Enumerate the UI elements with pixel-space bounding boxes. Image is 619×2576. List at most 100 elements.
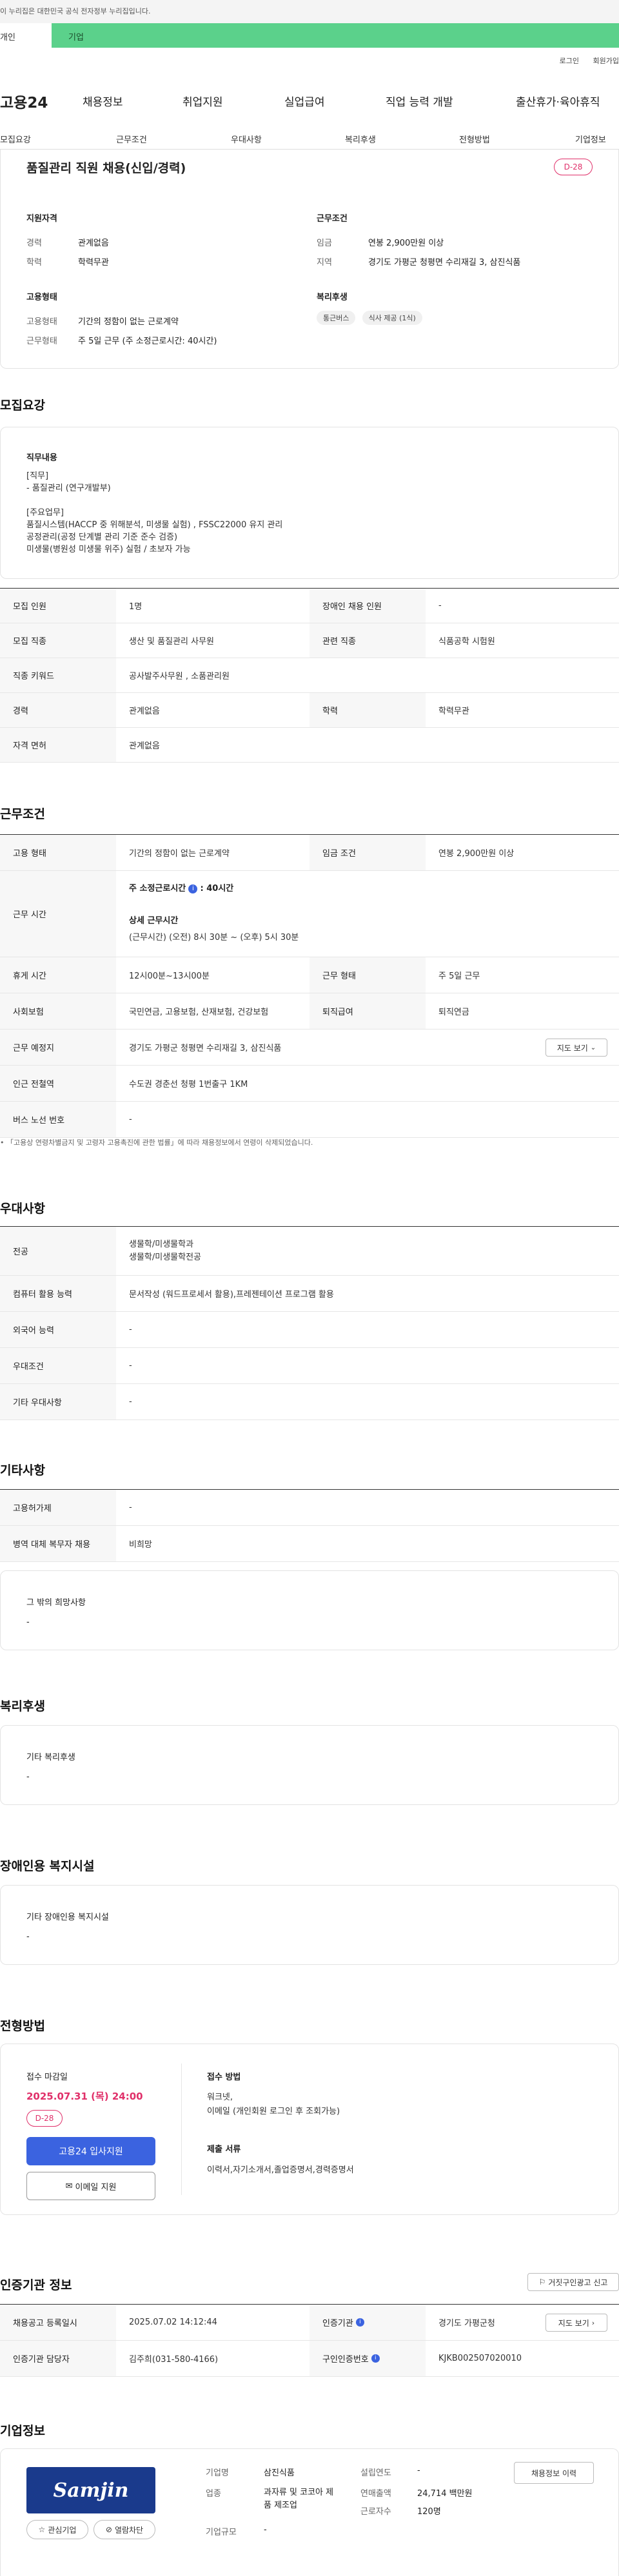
site-logo[interactable]: 고용24: [0, 90, 48, 112]
info-icon[interactable]: i: [371, 2354, 380, 2363]
row-header: 관련 직종: [310, 623, 426, 658]
method-label: 접수 방법: [207, 2073, 241, 2082]
map-view-label: 지도 보기: [558, 2318, 589, 2328]
method-item: 워크넷,: [207, 2093, 233, 2102]
row-value: -: [438, 601, 442, 610]
row-header: 근무 시간: [0, 871, 116, 957]
tab-company[interactable]: 기업: [52, 23, 619, 48]
row-value: 경기도 가평군 청평면 수리재길 3, 삼진식품: [129, 1044, 282, 1053]
row-value: 12시00분~13시00분: [129, 971, 210, 981]
chevron-down-icon: ⌄: [590, 1044, 596, 1051]
welfare-chip: 식사 제공 (1식): [362, 311, 422, 325]
conditions-section-title: 근무조건: [0, 807, 45, 821]
row-header: 근무 예정지: [0, 1029, 116, 1065]
subnav-recruit[interactable]: 모집요강: [0, 133, 31, 145]
agency-map-button[interactable]: 지도 보기 ›: [545, 2314, 607, 2332]
subnav-conditions[interactable]: 근무조건: [116, 133, 147, 145]
subnav-welfare[interactable]: 복리후생: [345, 133, 376, 145]
gnb-item-parental-leave[interactable]: 출산휴가·육아휴직: [516, 93, 600, 109]
table-row: 전공 생물학/미생물학과 생물학/미생물학전공: [0, 1227, 619, 1276]
table-row: 기타 우대사항 -: [0, 1384, 619, 1420]
row-value: 문서작성 (워드프로세서 활용),프레젠테이션 프로그램 활용: [129, 1290, 334, 1300]
table-row: 우대조건 -: [0, 1348, 619, 1384]
major-item: 생물학/미생물학과: [129, 1240, 194, 1249]
gnb-item-employment-support[interactable]: 취업지원: [182, 93, 223, 109]
audience-tabs: 개인 기업: [0, 23, 619, 48]
selection-card: 접수 마감일 2025.07.31 (목) 24:00 D-28 고용24 입사…: [0, 2044, 619, 2215]
table-row: 채용공고 등록일시 2025.07.02 14:12:44 인증기관 i 경기도…: [0, 2305, 619, 2341]
type-label: 근무형태: [26, 337, 57, 346]
recruit-section-title: 모집요강: [0, 398, 45, 413]
row-header: 학력: [310, 693, 426, 727]
table-row: 병역 대체 복무자 채용 비희망: [0, 1526, 619, 1562]
row-header-label: 구인인증번호: [322, 2355, 369, 2365]
gnb-item-unemployment[interactable]: 실업급여: [284, 93, 325, 109]
row-header: 인근 전철역: [0, 1066, 116, 1101]
table-row: 자격 면허 관계없음: [0, 728, 619, 763]
map-view-label: 지도 보기: [556, 1043, 588, 1053]
job-title: 품질관리 직원 채용(신입/경력): [26, 161, 186, 175]
row-value: 비희망: [129, 1540, 152, 1550]
table-row: 사회보험 국민연금, 고용보험, 산재보험, 건강보험 퇴직급여 퇴직연금: [0, 993, 619, 1029]
subnav-selection[interactable]: 전형방법: [459, 133, 490, 145]
type-value: 기간의 정함이 없는 근로계약: [78, 317, 179, 327]
table-row: 휴게 시간 12시00분~13시00분 근무 형태 주 5일 근무: [0, 957, 619, 993]
signup-link[interactable]: 회원가입: [593, 57, 619, 65]
report-fake-ad-button[interactable]: ⚐ 거짓구인광고 신고: [527, 2273, 619, 2291]
disability-box: 기타 장애인용 복지시설 -: [0, 1885, 619, 1965]
major-item: 생물학/미생물학전공: [129, 1253, 202, 1262]
table-row: 근무 시간 주 소정근로시간 i : 40시간 상세 근무시간 (근무시간) (…: [0, 871, 619, 957]
recruit-table: 모집 인원 1명 장애인 채용 인원 - 모집 직종 생산 및 품질관리 사무원…: [0, 588, 619, 763]
row-header: 컴퓨터 활용 능력: [0, 1276, 116, 1311]
gnb-item-training[interactable]: 직업 능력 개발: [386, 93, 453, 109]
info-icon[interactable]: i: [188, 884, 198, 893]
row-value: 2025.07.02 14:12:44: [129, 2317, 217, 2327]
company-field-value: -: [417, 2466, 420, 2475]
job-description-card: 직무내용 [직무] - 품질관리 (연구개발부) [주요업무] 품질시스템(HA…: [0, 427, 619, 579]
welfare-box-value: -: [26, 1772, 30, 1782]
star-icon: ☆: [38, 2525, 46, 2534]
selection-section-title: 전형방법: [0, 2019, 45, 2033]
agency-table: 채용공고 등록일시 2025.07.02 14:12:44 인증기관 i 경기도…: [0, 2304, 619, 2377]
favorite-company-button[interactable]: ☆ 관심기업: [26, 2520, 88, 2539]
favorite-label: 관심기업: [48, 2525, 77, 2535]
preference-table: 전공 생물학/미생물학과 생물학/미생물학전공 컴퓨터 활용 능력 문서작성 (…: [0, 1226, 619, 1420]
info-icon[interactable]: i: [355, 2318, 364, 2327]
block-view-button[interactable]: ⊘ 열람차단: [93, 2520, 155, 2539]
util-links: 로그인 회원가입: [548, 55, 619, 66]
welfare-box: 기타 복리후생 -: [0, 1725, 619, 1805]
subnav-company[interactable]: 기업정보: [575, 133, 606, 145]
row-header: 우대조건: [0, 1348, 116, 1383]
deadline-value: 2025.07.31 (목) 24:00: [26, 2091, 143, 2102]
weekly-hours-value: : 40시간: [200, 884, 234, 893]
row-header: 고용 형태: [0, 835, 116, 870]
table-row: 인증기관 담당자 김주희(031-580-4166) 구인인증번호 i KJKB…: [0, 2341, 619, 2377]
row-value: 주 5일 근무: [438, 971, 480, 981]
row-value: 생산 및 품질관리 사무원: [129, 637, 214, 647]
hiring-history-button[interactable]: 채용정보 이력: [514, 2462, 594, 2484]
table-row: 고용허가제 -: [0, 1490, 619, 1526]
subnav-preference[interactable]: 우대사항: [231, 133, 262, 145]
tab-personal[interactable]: 개인: [0, 23, 52, 48]
gov-banner-text: 이 누리집은 대한민국 공식 전자정부 누리집입니다.: [0, 7, 151, 15]
report-icon: ⚐: [538, 2278, 546, 2287]
row-header: 모집 인원: [0, 589, 116, 623]
qual-value: 관계없음: [78, 239, 109, 248]
mail-icon: ✉: [65, 2181, 73, 2191]
section-subnav: 모집요강 근무조건 우대사항 복리후생 전형방법 기업정보: [0, 130, 619, 150]
map-view-button[interactable]: 지도 보기 ⌄: [545, 1039, 607, 1057]
disability-section-title: 장애인용 복지시설: [0, 1859, 95, 1873]
gnb-item-jobs[interactable]: 채용정보: [83, 93, 123, 109]
row-value: -: [129, 1115, 132, 1124]
work-value: 경기도 가평군 청평면 수리재길 3, 삼진식품: [368, 258, 521, 268]
chevron-right-icon: ›: [591, 2318, 595, 2327]
welfare-chip: 통근버스: [317, 311, 356, 325]
job-line: 미생물(병원성 미생물 위주) 실험 / 초보자 가능: [26, 545, 191, 554]
apply-button[interactable]: 고용24 입사지원: [26, 2137, 155, 2165]
login-link[interactable]: 로그인: [560, 57, 579, 65]
company-field-label: 기업규모: [206, 2528, 237, 2537]
divider: [181, 2064, 182, 2195]
other-wishes-box: 그 밖의 희망사항 -: [0, 1570, 619, 1650]
welfare-heading: 복리후생: [317, 293, 348, 302]
email-apply-button[interactable]: ✉ 이메일 지원: [26, 2172, 155, 2200]
